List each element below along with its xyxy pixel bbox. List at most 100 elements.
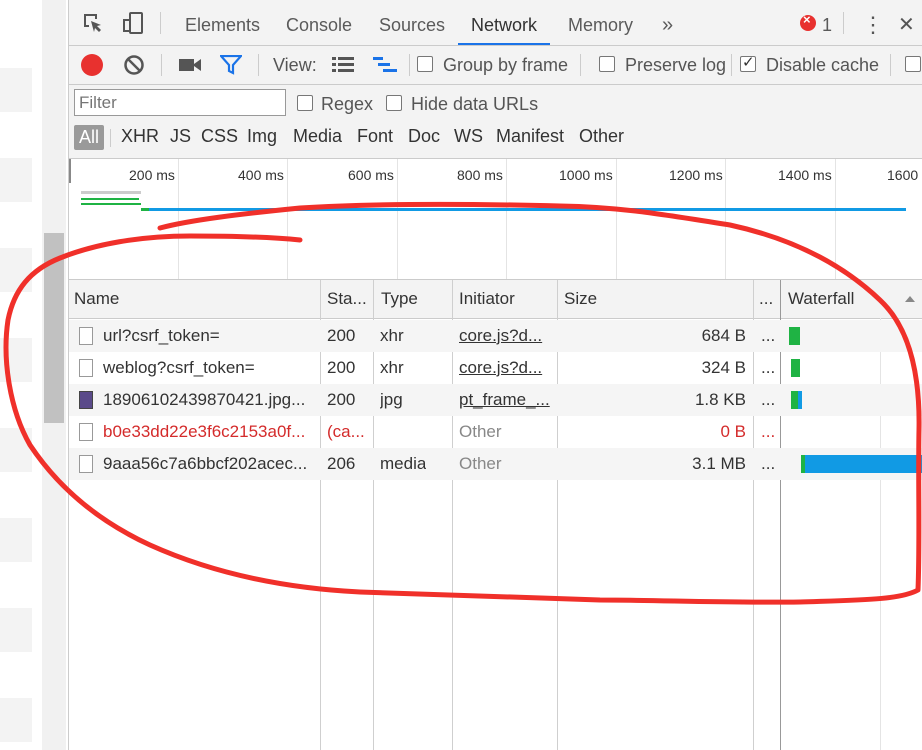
close-icon[interactable]: ✕: [898, 0, 915, 45]
sort-arrow-icon[interactable]: [905, 296, 915, 302]
overview-handle-left[interactable]: [69, 159, 71, 183]
page-block: [0, 428, 32, 472]
request-size: 684 B: [701, 326, 746, 345]
hide-data-urls-checkbox[interactable]: [386, 95, 402, 111]
document-icon: [79, 327, 93, 345]
request-status: (ca...: [327, 422, 365, 441]
filter-type-css[interactable]: CSS: [201, 126, 238, 147]
overview-tick: 400 ms: [238, 167, 284, 183]
overview-tick: 1000 ms: [559, 167, 613, 183]
table-row[interactable]: 18906102439870421.jpg... 200 jpg pt_fram…: [69, 384, 922, 416]
document-icon: [79, 455, 93, 473]
overview-gridline: [287, 159, 288, 279]
column-header-status[interactable]: Sta...: [327, 280, 367, 318]
request-initiator-link[interactable]: pt_frame_...: [459, 384, 551, 416]
request-initiator-link[interactable]: core.js?d...: [459, 352, 551, 384]
request-type: xhr: [380, 326, 404, 345]
waterfall-bar[interactable]: [805, 455, 922, 473]
timeline-overview[interactable]: 200 ms 400 ms 600 ms 800 ms 1000 ms 1200…: [69, 159, 922, 280]
preserve-log-label: Preserve log: [625, 55, 727, 75]
tab-elements[interactable]: Elements: [185, 0, 260, 45]
waterfall-view-icon[interactable]: [373, 56, 397, 74]
page-block: [0, 338, 32, 382]
filter-funnel-icon[interactable]: [220, 55, 242, 75]
request-status: 206: [327, 454, 356, 473]
request-name[interactable]: url?csrf_token=: [103, 320, 317, 352]
request-name[interactable]: weblog?csrf_token=: [103, 352, 317, 384]
overview-tick: 1600: [887, 167, 919, 183]
image-icon: [79, 391, 93, 409]
overview-tick: 1200 ms: [669, 167, 723, 183]
waterfall-bar[interactable]: [791, 391, 798, 409]
request-status: 200: [327, 326, 356, 345]
filter-type-manifest[interactable]: Manifest: [496, 126, 564, 147]
request-size: 0 B: [720, 422, 746, 441]
waterfall-bar[interactable]: [798, 391, 802, 409]
filter-type-img[interactable]: Img: [247, 126, 277, 147]
device-toolbar-icon[interactable]: [121, 11, 145, 35]
filter-type-other[interactable]: Other: [579, 126, 624, 147]
column-header-name[interactable]: Name: [74, 280, 119, 318]
waterfall-bar[interactable]: [789, 327, 800, 345]
tab-console[interactable]: Console: [286, 0, 352, 45]
overview-gridline: [178, 159, 179, 279]
filter-type-xhr[interactable]: XHR: [121, 126, 159, 147]
waterfall-bar[interactable]: [791, 359, 800, 377]
page-block: [0, 698, 32, 742]
group-by-frame-checkbox[interactable]: [417, 56, 433, 72]
tab-sources[interactable]: Sources: [379, 0, 445, 45]
request-type: xhr: [380, 358, 404, 377]
filter-input[interactable]: [74, 89, 286, 116]
overview-tick: 600 ms: [348, 167, 394, 183]
request-size: 3.1 MB: [692, 454, 746, 473]
request-status: 200: [327, 390, 356, 409]
filter-type-js[interactable]: JS: [170, 126, 191, 147]
column-header-waterfall[interactable]: Waterfall: [788, 280, 854, 318]
overview-gridline: [397, 159, 398, 279]
filter-type-ws[interactable]: WS: [454, 126, 483, 147]
inspect-element-icon[interactable]: [81, 11, 105, 35]
tab-network[interactable]: Network: [458, 0, 551, 45]
column-header-type[interactable]: Type: [381, 280, 418, 318]
page-scrollbar-thumb[interactable]: [44, 233, 64, 423]
error-icon[interactable]: ×: [800, 12, 816, 31]
preserve-log-checkbox[interactable]: [599, 56, 615, 72]
overview-tick: 800 ms: [457, 167, 503, 183]
more-tabs-button[interactable]: »: [662, 0, 673, 45]
request-name[interactable]: b0e33dd22e3f6c2153a0f...: [103, 416, 317, 448]
table-row[interactable]: 9aaa56c7a6bbcf202acec... 206 media Other…: [69, 448, 922, 480]
error-count[interactable]: 1: [822, 0, 832, 45]
toolbar-separator: [258, 54, 259, 76]
column-header-size[interactable]: Size: [564, 280, 597, 318]
page-block: [0, 158, 32, 202]
table-row[interactable]: weblog?csrf_token= 200 xhr core.js?d... …: [69, 352, 922, 384]
disable-cache-checkbox[interactable]: [740, 53, 756, 72]
request-name[interactable]: 18906102439870421.jpg...: [103, 384, 317, 416]
column-header-initiator[interactable]: Initiator: [459, 280, 515, 318]
clear-icon[interactable]: [123, 54, 145, 76]
filter-type-media[interactable]: Media: [293, 126, 342, 147]
large-rows-icon[interactable]: [332, 56, 354, 74]
request-type: jpg: [380, 390, 403, 409]
menu-kebab-icon[interactable]: ⋮: [862, 0, 884, 45]
tab-memory[interactable]: Memory: [568, 0, 633, 45]
request-size: 1.8 KB: [694, 390, 746, 409]
filter-type-font[interactable]: Font: [357, 126, 393, 147]
filter-type-doc[interactable]: Doc: [408, 126, 440, 147]
page-block: [0, 518, 32, 562]
request-initiator-link[interactable]: core.js?d...: [459, 320, 551, 352]
filter-type-all[interactable]: All: [74, 125, 105, 150]
request-name[interactable]: 9aaa56c7a6bbcf202acec...: [103, 448, 317, 480]
toolbar-separator: [409, 54, 410, 76]
offline-checkbox[interactable]: [905, 56, 921, 72]
record-icon[interactable]: [81, 54, 103, 76]
regex-checkbox[interactable]: [297, 95, 313, 111]
screenshot-camera-icon[interactable]: [178, 57, 202, 73]
table-row[interactable]: b0e33dd22e3f6c2153a0f... (ca... Other 0 …: [69, 416, 922, 448]
toolbar-separator: [890, 54, 891, 76]
table-row[interactable]: url?csrf_token= 200 xhr core.js?d... 684…: [69, 320, 922, 352]
page-block: [0, 608, 32, 652]
requests-table-header: Name Sta... Type Initiator Size ... Wate…: [69, 280, 922, 319]
column-header-more[interactable]: ...: [759, 280, 773, 318]
overview-tick: 1400 ms: [778, 167, 832, 183]
